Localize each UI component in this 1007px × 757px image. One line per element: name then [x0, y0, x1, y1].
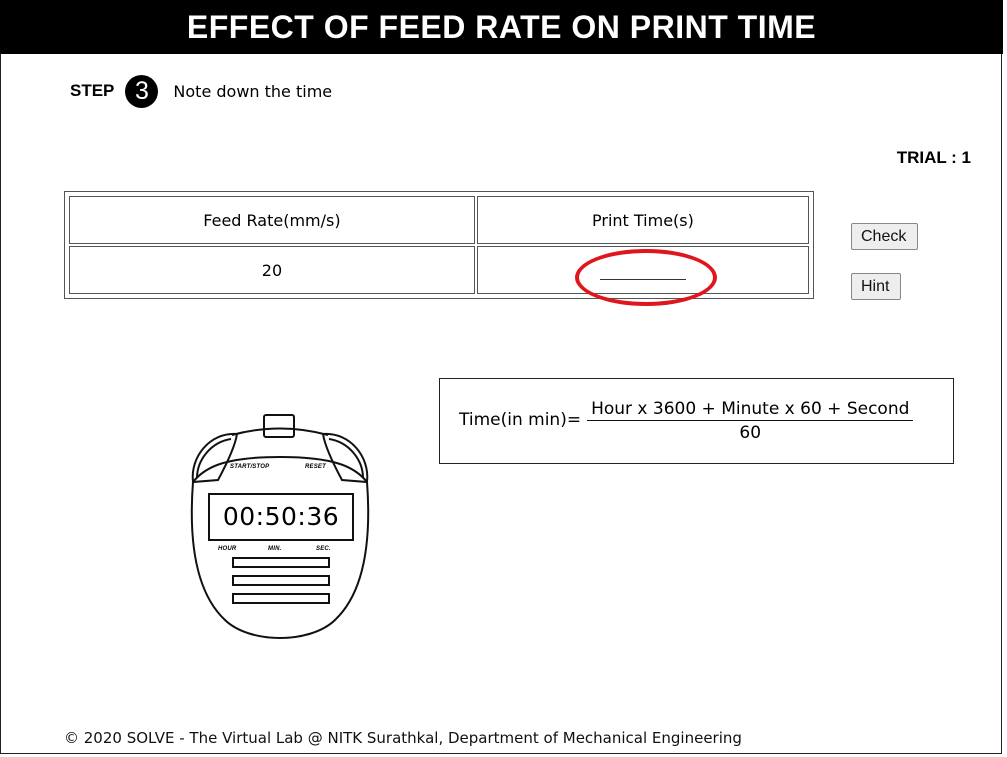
- min-label: MIN.: [268, 546, 282, 552]
- table-header-row: Feed Rate(mm/s) Print Time(s): [69, 196, 809, 244]
- stopwatch-crown: [263, 414, 295, 438]
- trial-counter: TRIAL : 1: [896, 148, 971, 167]
- time-formula-box: Time(in min)= Hour x 3600 + Minute x 60 …: [439, 378, 954, 464]
- step-label: STEP: [70, 81, 115, 100]
- page-frame: [0, 0, 1002, 754]
- step-number-badge: 3: [125, 74, 159, 108]
- start-stop-label: START/STOP: [230, 464, 270, 470]
- check-button[interactable]: Check: [851, 223, 918, 250]
- formula-denominator: 60: [739, 423, 762, 443]
- sec-label: SEC.: [316, 546, 331, 552]
- step-indicator: STEP 3 Note down the time: [70, 74, 332, 108]
- column-header-feed-rate: Feed Rate(mm/s): [69, 196, 475, 244]
- hour-label: HOUR: [218, 546, 237, 552]
- formula-lhs: Time(in min)=: [459, 410, 582, 430]
- highlight-circle: [575, 249, 717, 306]
- feed-rate-value: 20: [69, 246, 475, 294]
- footer-copyright: © 2020 SOLVE - The Virtual Lab @ NITK Su…: [64, 729, 742, 747]
- formula-numerator: Hour x 3600 + Minute x 60 + Second: [587, 399, 914, 421]
- formula-fraction: Hour x 3600 + Minute x 60 + Second 60: [587, 399, 914, 443]
- hint-button[interactable]: Hint: [851, 273, 901, 300]
- reset-label: RESET: [305, 464, 327, 470]
- stopwatch-time-display: 00:50:36: [222, 501, 340, 531]
- column-header-print-time: Print Time(s): [476, 196, 809, 244]
- step-instruction: Note down the time: [173, 81, 333, 101]
- page-title: EFFECT OF FEED RATE ON PRINT TIME: [0, 0, 1003, 54]
